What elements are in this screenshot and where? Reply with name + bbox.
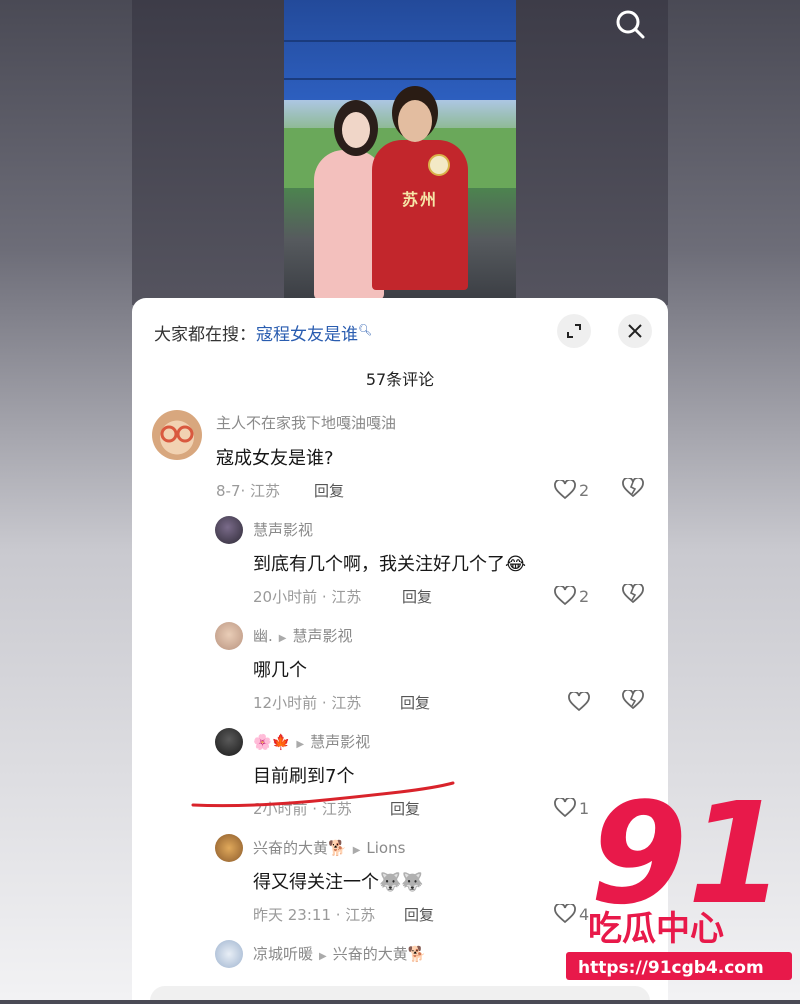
comment-username[interactable]: 慧声影视	[253, 519, 313, 540]
avatar[interactable]	[152, 410, 202, 460]
comment-text-content: 得又得关注一个	[253, 872, 379, 893]
hot-search-term[interactable]: 寇程女友是谁	[256, 325, 358, 345]
username-text[interactable]: 幽.	[253, 627, 273, 645]
comment-username[interactable]: 主人不在家我下地嘎油嘎油	[216, 412, 396, 433]
comment-count: 57条评论	[365, 370, 435, 389]
reply-button[interactable]: 回复	[402, 586, 432, 607]
expand-icon	[567, 324, 581, 338]
dislike-button[interactable]	[622, 476, 644, 502]
comment-meta: 8-7· 江苏	[216, 482, 281, 500]
avatar[interactable]	[215, 516, 243, 544]
person-boy-jersey	[372, 140, 468, 290]
reply-to-name[interactable]: 慧声影视	[310, 733, 370, 751]
like-count: 1	[579, 798, 590, 818]
reply-to-name[interactable]: 兴奋的大黄🐕	[333, 945, 427, 963]
heart-icon	[554, 904, 576, 924]
comment-username: 🌸🍁 ▶ 慧声影视	[253, 731, 370, 752]
search-button[interactable]	[612, 6, 648, 42]
like-button[interactable]: 1	[554, 796, 589, 820]
heart-icon	[554, 586, 576, 606]
person-girl-face	[342, 112, 370, 148]
comment-input-bar[interactable]	[150, 986, 650, 1000]
reply-to-name[interactable]: 慧声影视	[292, 627, 352, 645]
like-button[interactable]: 2	[554, 478, 589, 502]
screen: 苏州 大家都在搜：寇程女友是谁🔍︎ 57条评论 主人不在家我下地嘎油嘎油 寇成女…	[0, 0, 800, 1000]
like-button[interactable]: 4	[554, 902, 589, 926]
comment-meta: 2小时前 · 江苏	[253, 800, 352, 818]
avatar[interactable]	[215, 622, 243, 650]
cat-glasses-icon	[160, 425, 194, 443]
laugh-cry-emoji: 😂	[505, 554, 527, 575]
comment-text: 得又得关注一个🐺🐺	[253, 868, 424, 894]
heart-icon	[554, 798, 576, 818]
broken-heart-icon	[622, 582, 644, 604]
close-button[interactable]	[618, 314, 652, 348]
heart-icon	[554, 480, 576, 500]
like-count: 2	[579, 480, 590, 500]
jersey-text: 苏州	[402, 190, 439, 209]
reply-button[interactable]: 回复	[390, 798, 420, 819]
like-button[interactable]: 2	[554, 584, 589, 608]
comment-username: 兴奋的大黄🐕 ▶ Lions	[253, 837, 405, 858]
search-small-icon: 🔍︎	[358, 323, 372, 337]
avatar[interactable]	[215, 940, 243, 968]
comment-text: 寇成女友是谁?	[216, 448, 334, 469]
comment-meta: 12小时前 · 江苏	[253, 694, 362, 712]
comment-meta: 20小时前 · 江苏	[253, 588, 362, 606]
reply-button[interactable]: 回复	[400, 692, 430, 713]
reply-arrow-icon: ▶	[296, 739, 305, 750]
tent-frame	[284, 40, 516, 42]
fullscreen-button[interactable]	[557, 314, 591, 348]
reply-arrow-icon: ▶	[278, 633, 287, 644]
username-text[interactable]: 凉城听暖	[253, 945, 313, 963]
dislike-button[interactable]	[622, 582, 644, 608]
dislike-button[interactable]	[622, 688, 644, 714]
avatar[interactable]	[215, 728, 243, 756]
broken-heart-icon	[622, 688, 644, 710]
husky-emoji: 🐺🐺	[379, 872, 424, 893]
jersey-badge	[428, 154, 450, 176]
search-icon	[616, 10, 645, 39]
video-photo[interactable]: 苏州	[284, 0, 516, 300]
reply-arrow-icon: ▶	[352, 845, 361, 856]
comment-text: 目前刷到7个	[253, 766, 355, 787]
comment-username: 幽. ▶ 慧声影视	[253, 625, 353, 646]
like-count: 2	[579, 586, 590, 606]
username-text[interactable]: 🌸🍁	[253, 733, 290, 751]
hot-search: 大家都在搜：寇程女友是谁🔍︎	[154, 320, 372, 345]
tent-canopy	[284, 0, 516, 100]
comment-username: 凉城听暖 ▶ 兴奋的大黄🐕	[253, 943, 426, 964]
comment-text: 哪几个	[253, 660, 307, 681]
like-count: 4	[579, 904, 590, 924]
comment-panel: 大家都在搜：寇程女友是谁🔍︎ 57条评论 主人不在家我下地嘎油嘎油 寇成女友是谁…	[132, 298, 668, 1000]
broken-heart-icon	[622, 476, 644, 498]
hot-search-prefix: 大家都在搜：	[154, 325, 256, 345]
heart-icon	[568, 692, 590, 712]
tent-frame	[284, 78, 516, 80]
person-boy-face	[398, 100, 432, 142]
close-icon	[628, 324, 642, 338]
avatar[interactable]	[215, 834, 243, 862]
comment-text: 到底有几个啊，我关注好几个了😂	[253, 550, 526, 576]
reply-arrow-icon: ▶	[319, 951, 327, 962]
username-text[interactable]: 兴奋的大黄🐕	[253, 839, 347, 857]
comment-meta: 昨天 23:11 · 江苏	[253, 906, 376, 924]
comment-text-content: 到底有几个啊，我关注好几个了	[253, 554, 505, 575]
reply-button[interactable]: 回复	[404, 904, 434, 925]
like-button[interactable]	[568, 690, 590, 714]
reply-button[interactable]: 回复	[314, 480, 344, 501]
reply-to-name[interactable]: Lions	[366, 839, 405, 857]
